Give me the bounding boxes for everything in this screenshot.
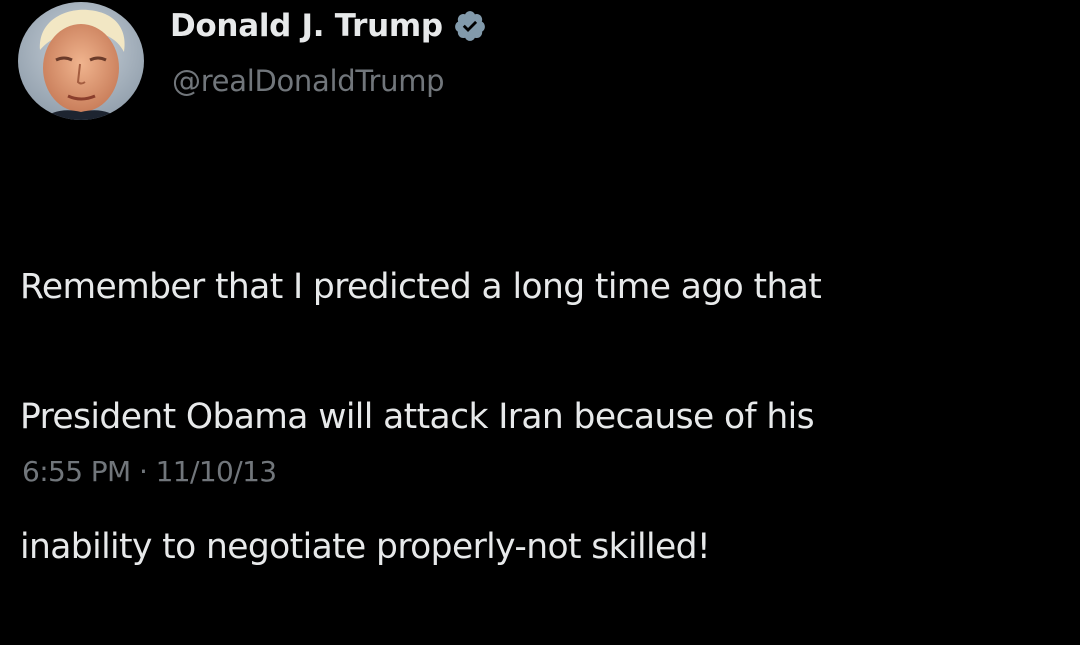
avatar-photo-icon xyxy=(18,2,144,120)
tweet-text: Remember that I predicted a long time ag… xyxy=(20,190,1070,645)
avatar[interactable] xyxy=(18,2,144,120)
tweet-card: Donald J. Trump @realDonaldTrump Remembe… xyxy=(0,0,1080,567)
author-handle[interactable]: @realDonaldTrump xyxy=(172,64,445,98)
tweet-text-line: Remember that I predicted a long time ag… xyxy=(20,267,822,307)
tweet-text-line: inability to negotiate properly-not skil… xyxy=(20,527,711,567)
tweet-text-line: President Obama will attack Iran because… xyxy=(20,397,815,437)
tweet-time[interactable]: 6:55 PM xyxy=(22,455,131,488)
tweet-timestamp[interactable]: 6:55 PM · 11/10/13 xyxy=(22,455,277,488)
author-name-row[interactable]: Donald J. Trump xyxy=(170,8,487,44)
verified-badge-icon xyxy=(453,9,487,43)
author-display-name[interactable]: Donald J. Trump xyxy=(170,8,443,44)
meta-separator: · xyxy=(138,455,148,488)
tweet-date[interactable]: 11/10/13 xyxy=(156,455,278,488)
